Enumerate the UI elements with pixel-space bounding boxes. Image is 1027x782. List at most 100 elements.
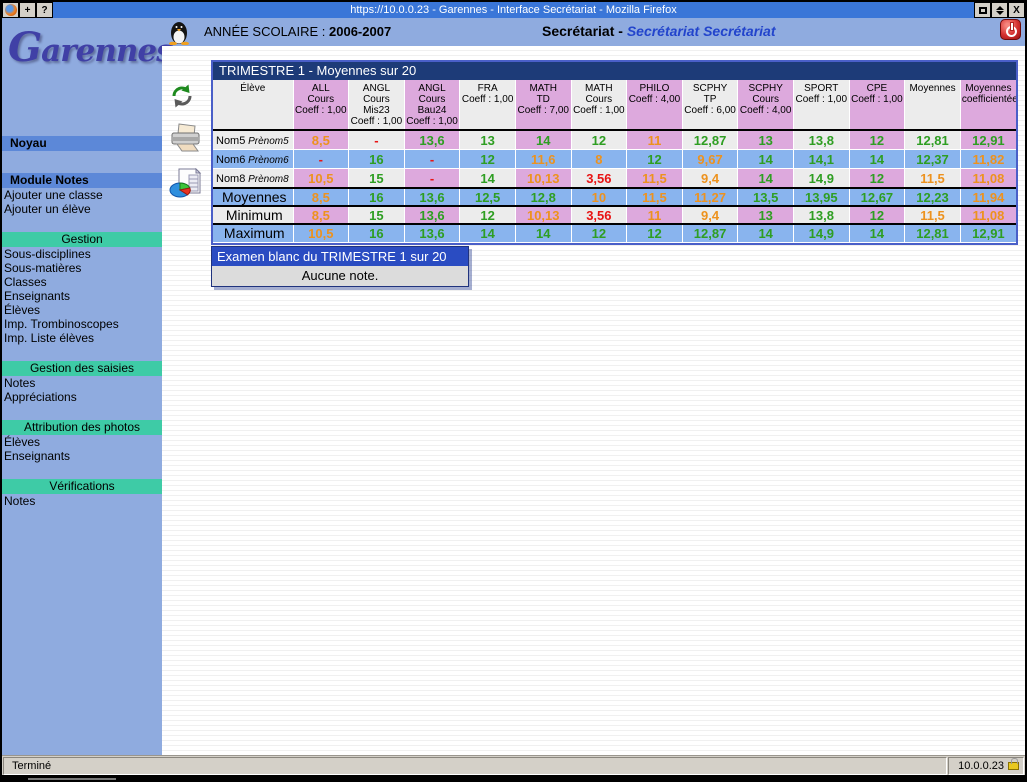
grade-cell: 13,6	[404, 130, 460, 150]
col-header-angl-cours-bau24-coeff-1-00: ANGL Cours Bau24 Coeff : 1,00	[404, 80, 460, 130]
sidebar-item-appreciations[interactable]: Appréciations	[2, 390, 162, 404]
grade-cell: -	[404, 150, 460, 169]
firefox-menu-button[interactable]	[2, 2, 19, 18]
grade-cell: 13,6	[404, 188, 460, 206]
window-bottom-frame	[0, 775, 1027, 782]
col-header-moyennes: Moyennes	[905, 80, 961, 130]
grade-cell: 12	[460, 206, 516, 224]
grade-cell: 12	[849, 130, 905, 150]
status-bar: Terminé 10.0.0.23	[2, 755, 1025, 775]
grades-body: Nom5 Prènom58,5-13,61314121112,871313,81…	[213, 130, 1016, 242]
window-shade-button[interactable]	[991, 2, 1008, 18]
grade-cell: 12,81	[905, 224, 961, 242]
student-name-cell: Nom6 Prènom6	[213, 150, 293, 169]
grade-cell: 10,13	[515, 206, 571, 224]
grade-cell: 12,8	[515, 188, 571, 206]
student-name-cell: Nom5 Prènom5	[213, 130, 293, 150]
col-header-eleve: Élève	[213, 80, 293, 130]
sidebar-section-module-notes: Module NotesAjouter une classeAjouter un…	[2, 173, 162, 216]
sidebar-section-attribution-des-photos: Attribution des photosÉlèvesEnseignants	[2, 420, 162, 463]
window-plus-button[interactable]: +	[19, 2, 36, 18]
aggregate-label-cell: Minimum	[213, 206, 293, 224]
grade-cell: 13	[738, 206, 794, 224]
sidebar-section-header-attribution-des-photos: Attribution des photos	[2, 420, 162, 435]
logout-power-button[interactable]	[1000, 19, 1021, 40]
grade-cell: 3,56	[571, 169, 627, 189]
user-name: Secrétariat Secrétariat	[627, 23, 776, 39]
print-icon[interactable]	[168, 123, 210, 160]
col-header-sport-coeff-1-00: SPORT Coeff : 1,00	[793, 80, 849, 130]
sidebar-item-classes[interactable]: Classes	[2, 275, 162, 289]
grade-cell: 8,5	[293, 206, 349, 224]
refresh-icon[interactable]	[168, 82, 210, 115]
grade-cell: -	[293, 150, 349, 169]
grade-cell: 14	[515, 224, 571, 242]
grade-cell: 8,5	[293, 130, 349, 150]
grades-header-row: Élève ALL Cours Coeff : 1,00ANGL Cours M…	[213, 80, 1016, 130]
grade-cell: 12	[571, 130, 627, 150]
sidebar-item-eleves[interactable]: Élèves	[2, 435, 162, 449]
grade-cell: 14	[738, 150, 794, 169]
grades-table-title: TRIMESTRE 1 - Moyennes sur 20	[213, 62, 1016, 80]
grade-cell: 11,08	[960, 206, 1016, 224]
grade-cell: 13,8	[793, 130, 849, 150]
grade-cell: 13,6	[404, 206, 460, 224]
grade-cell: 14	[849, 224, 905, 242]
grade-cell: 12,81	[905, 130, 961, 150]
sidebar-item-enseignants[interactable]: Enseignants	[2, 289, 162, 303]
school-year-label: ANNÉE SCOLAIRE : 2006-2007	[204, 24, 391, 39]
grade-cell: 13	[460, 130, 516, 150]
col-header-math-cours-coeff-1-00: MATH Cours Coeff : 1,00	[571, 80, 627, 130]
grade-cell: 8	[571, 150, 627, 169]
grade-cell: 12	[627, 224, 683, 242]
grade-cell: 13,8	[793, 206, 849, 224]
host-indicator[interactable]: 10.0.0.23	[948, 757, 1024, 775]
grade-cell: 12	[460, 150, 516, 169]
sidebar-section-header-gestion: Gestion	[2, 232, 162, 247]
window-help-button[interactable]: ?	[36, 2, 53, 18]
grade-cell: 12,87	[682, 130, 738, 150]
sidebar-item-enseignants[interactable]: Enseignants	[2, 449, 162, 463]
grade-cell: 11,08	[960, 169, 1016, 189]
col-header-scphy-cours-coeff-4-00: SCPHY Cours Coeff : 4,00	[738, 80, 794, 130]
col-header-moyennes-coefficientees: Moyennes coefficientées	[960, 80, 1016, 130]
sidebar-item-notes[interactable]: Notes	[2, 376, 162, 390]
status-text: Terminé	[3, 757, 947, 775]
grade-cell: 14	[738, 224, 794, 242]
grade-cell: 9,4	[682, 169, 738, 189]
col-header-all-cours-coeff-1-00: ALL Cours Coeff : 1,00	[293, 80, 349, 130]
grade-cell: 11,5	[905, 169, 961, 189]
sidebar-item-imp-trombinoscopes[interactable]: Imp. Trombinoscopes	[2, 317, 162, 331]
grade-cell: 14	[460, 169, 516, 189]
col-header-cpe-coeff-1-00: CPE Coeff : 1,00	[849, 80, 905, 130]
sidebar-item-sous-matieres[interactable]: Sous-matières	[2, 261, 162, 275]
grade-cell: 16	[349, 188, 405, 206]
sidebar-item-notes[interactable]: Notes	[2, 494, 162, 508]
sidebar-section-header-gestion-des-saisies: Gestion des saisies	[2, 361, 162, 376]
grade-cell: 3,56	[571, 206, 627, 224]
window-titlebar: + ? https://10.0.0.23 - Garennes - Inter…	[2, 2, 1025, 18]
grade-cell: 10,13	[515, 169, 571, 189]
sidebar-item-imp-liste-eleves[interactable]: Imp. Liste élèves	[2, 331, 162, 345]
grade-cell: 12,91	[960, 224, 1016, 242]
sidebar-section-header-verifications: Vérifications	[2, 479, 162, 494]
grade-cell: 15	[349, 169, 405, 189]
grade-cell: 13	[738, 130, 794, 150]
grade-cell: 10,5	[293, 169, 349, 189]
col-header-philo-coeff-4-00: PHILO Coeff : 4,00	[627, 80, 683, 130]
sidebar-item-eleves[interactable]: Élèves	[2, 303, 162, 317]
sidebar-item-sous-disciplines[interactable]: Sous-disciplines	[2, 247, 162, 261]
grade-cell: 11,82	[960, 150, 1016, 169]
user-role-label: Secrétariat - Secrétariat Secrétariat	[542, 23, 775, 39]
sidebar-item-ajouter-un-eleve[interactable]: Ajouter un élève	[2, 202, 162, 216]
exam-box: Examen blanc du TRIMESTRE 1 sur 20 Aucun…	[211, 246, 469, 287]
grade-cell: 11,27	[682, 188, 738, 206]
chart-document-icon[interactable]	[168, 168, 210, 205]
grades-row-nom5: Nom5 Prènom58,5-13,61314121112,871313,81…	[213, 130, 1016, 150]
window-maximize-button[interactable]	[974, 2, 991, 18]
garennes-logo: Garennes	[8, 24, 160, 71]
sidebar-item-ajouter-une-classe[interactable]: Ajouter une classe	[2, 188, 162, 202]
grade-cell: 12	[849, 169, 905, 189]
exam-box-title: Examen blanc du TRIMESTRE 1 sur 20	[212, 247, 468, 266]
window-close-button[interactable]: X	[1008, 2, 1025, 18]
